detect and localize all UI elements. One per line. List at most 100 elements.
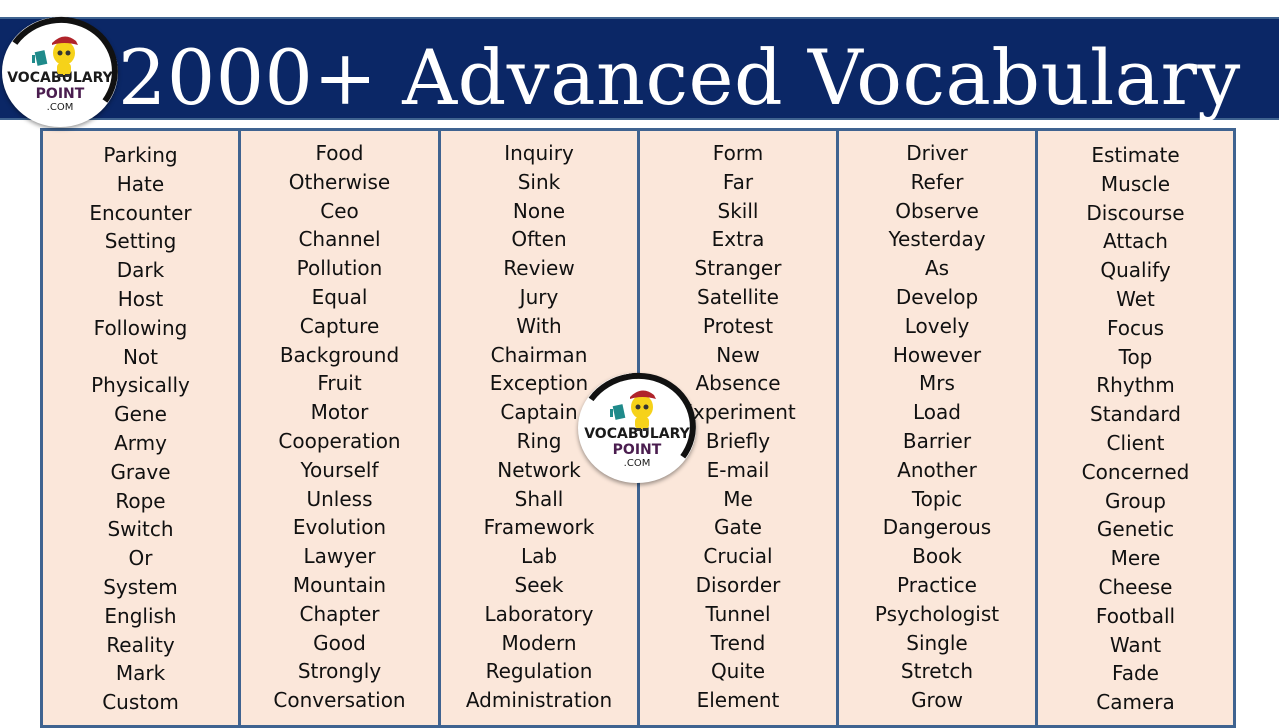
vocabulary-word: Equal [311, 284, 368, 309]
vocabulary-point-logo-header: VOCABULARY POINT .COM [0, 7, 127, 137]
vocabulary-word: Quite [710, 659, 766, 684]
vocabulary-word: Single [906, 630, 968, 655]
vocabulary-word: Chapter [299, 601, 380, 626]
vocabulary-word: Sink [517, 169, 561, 194]
word-column-1: Parking Hate Encounter Setting Dark Host Follo… [40, 128, 238, 728]
vocabulary-word: Shall [514, 486, 564, 511]
vocabulary-word: Crucial [703, 544, 773, 569]
vocabulary-word: Background [279, 342, 400, 367]
vocabulary-word: Fade [1112, 661, 1159, 686]
vocabulary-word: Fruit [317, 371, 362, 396]
vocabulary-word: Far [722, 169, 754, 194]
vocabulary-word: Or [128, 546, 153, 571]
vocabulary-word: Encounter [89, 200, 192, 225]
vocabulary-word: Skill [717, 198, 759, 223]
vocabulary-word: Grave [110, 459, 171, 484]
vocabulary-word: Driver [906, 141, 968, 165]
vocabulary-word: Dark [116, 258, 165, 283]
vocabulary-word: Seek [514, 572, 564, 597]
vocabulary-word: Switch [107, 517, 174, 542]
vocabulary-word: Wet [1116, 286, 1155, 311]
vocabulary-word: Extra [711, 227, 765, 252]
vocabulary-word: Framework [483, 515, 595, 540]
vocabulary-word: Captain [500, 400, 578, 425]
vocabulary-word: Attach [1103, 229, 1168, 254]
vocabulary-word: Hate [116, 171, 165, 196]
vocabulary-word: English [104, 603, 177, 628]
vocabulary-word: Psychologist [874, 601, 1000, 626]
vocabulary-word: Mere [1110, 546, 1161, 571]
vocabulary-word: Mark [115, 661, 166, 686]
vocabulary-word: Observe [895, 198, 979, 223]
vocabulary-word: Discourse [1086, 200, 1185, 225]
vocabulary-word: Parking [103, 143, 178, 167]
vocabulary-word: Yourself [300, 457, 379, 482]
vocabulary-word: Not [122, 344, 159, 369]
vocabulary-word: Ceo [320, 198, 359, 223]
vocabulary-word: With [516, 313, 562, 338]
vocabulary-word: Qualify [1100, 258, 1171, 283]
vocabulary-word: Experiment [680, 400, 796, 425]
title-banner: 2000+ Advanced Vocabulary [0, 17, 1279, 122]
vocabulary-word: Exception [489, 371, 589, 396]
vocabulary-word: Following [93, 315, 188, 340]
vocabulary-word: Another [897, 457, 977, 482]
vocabulary-word: Inquiry [504, 141, 574, 165]
vocabulary-word: E-mail [706, 457, 770, 482]
vocabulary-word: Mrs [919, 371, 955, 396]
vocabulary-word: Cheese [1098, 574, 1173, 599]
vocabulary-word: Protest [702, 313, 774, 338]
vocabulary-word: Cooperation [278, 428, 401, 453]
vocabulary-word: Trend [710, 630, 766, 655]
vocabulary-word: Jury [519, 284, 559, 309]
vocabulary-word: Army [114, 430, 167, 455]
vocabulary-word: Evolution [292, 515, 387, 540]
vocabulary-word: Review [503, 256, 575, 281]
word-column-5: Driver Refer Observe Yesterday As Develop Love… [836, 128, 1035, 728]
vocabulary-word: Gate [714, 515, 762, 540]
vocabulary-word: Genetic [1096, 517, 1175, 542]
vocabulary-word: Rope [115, 488, 166, 513]
vocabulary-word: Develop [895, 284, 979, 309]
vocabulary-word: Lab [520, 544, 558, 569]
vocabulary-word: Food [315, 141, 364, 165]
vocabulary-word: Practice [897, 572, 977, 597]
vocabulary-word: Conversation [273, 688, 406, 713]
vocabulary-word: Otherwise [288, 169, 391, 194]
vocabulary-word: New [716, 342, 760, 367]
vocabulary-word: Channel [298, 227, 381, 252]
vocabulary-word: Focus [1106, 315, 1165, 340]
vocabulary-word: Camera [1096, 690, 1175, 715]
vocabulary-word: System [103, 574, 178, 599]
vocabulary-word: Capture [299, 313, 380, 338]
page-title: 2000+ Advanced Vocabulary [118, 33, 1241, 122]
vocabulary-word: Tunnel [705, 601, 771, 626]
vocabulary-word: Unless [306, 486, 373, 511]
vocabulary-word: Administration [465, 688, 613, 713]
vocabulary-word: Pollution [296, 256, 383, 281]
vocabulary-word: Top [1118, 344, 1153, 369]
vocabulary-word: Load [913, 400, 961, 425]
vocabulary-word: Estimate [1091, 143, 1180, 167]
vocabulary-word: Me [723, 486, 753, 511]
vocabulary-word: Want [1109, 632, 1162, 657]
vocabulary-word: Concerned [1081, 459, 1190, 484]
vocabulary-word: Topic [911, 486, 963, 511]
vocabulary-word: Football [1095, 603, 1176, 628]
vocabulary-word: Yesterday [888, 227, 986, 252]
vocabulary-word: Rhythm [1096, 373, 1175, 398]
word-column-6: Estimate Muscle Discourse Attach Qualify Wet F… [1035, 128, 1236, 728]
vocabulary-word: Laboratory [484, 601, 594, 626]
vocabulary-word: Disorder [695, 572, 781, 597]
vocabulary-word: Physically [91, 373, 190, 398]
vocabulary-word: Dangerous [882, 515, 992, 540]
vocabulary-word: Absence [695, 371, 781, 396]
vocabulary-word: Host [117, 286, 164, 311]
vocabulary-word: Muscle [1100, 171, 1171, 196]
vocabulary-word: Setting [104, 229, 177, 254]
mascot-with-book-icon [610, 390, 656, 431]
vocabulary-word: Satellite [697, 284, 779, 309]
vocabulary-word: Barrier [902, 428, 972, 453]
vocabulary-word: Often [511, 227, 567, 252]
word-column-2: Food Otherwise Ceo Channel Pollution Equal Cap… [238, 128, 438, 728]
